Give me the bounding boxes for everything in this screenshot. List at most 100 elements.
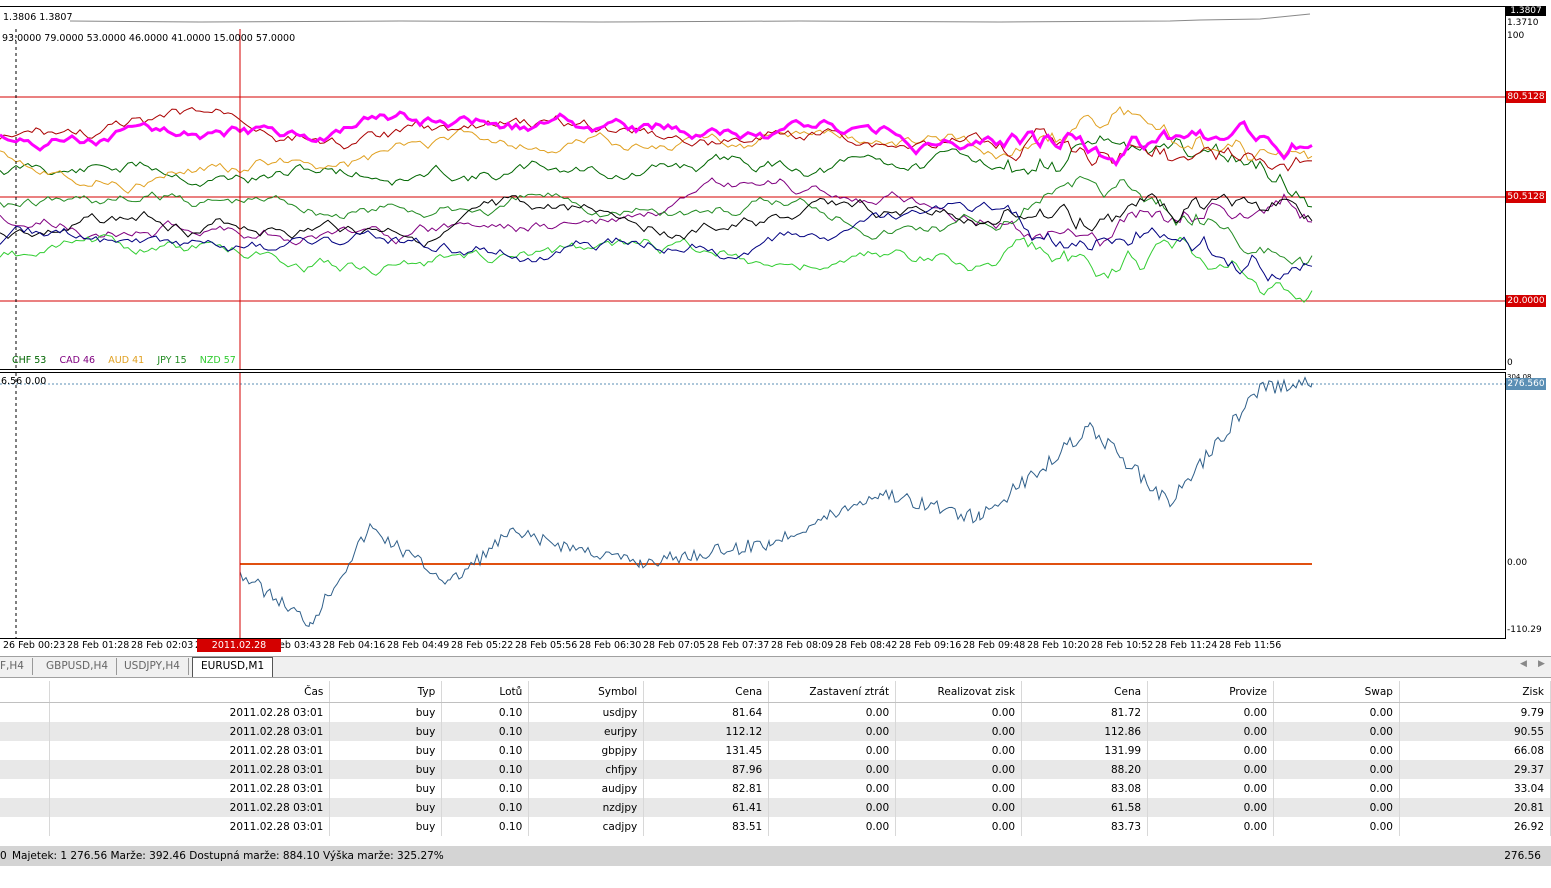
time-tick-label: 28 Feb 09:48 xyxy=(963,640,1026,651)
cell-price: 131.99 xyxy=(1021,741,1149,760)
level-tag-low: 20.0000 xyxy=(1506,295,1546,307)
tab-scroll-left-icon[interactable]: ◀ xyxy=(1520,659,1527,669)
cell-take-profit: 0.00 xyxy=(895,817,1023,836)
cell-type: buy xyxy=(329,722,443,741)
cell-lots: 0.10 xyxy=(441,702,530,722)
cell-lots: 0.10 xyxy=(441,779,530,798)
cell-profit: 90.55 xyxy=(1399,722,1551,741)
cell-lots: 0.10 xyxy=(441,798,530,817)
equity-pane[interactable]: 6.56 0.00 xyxy=(0,372,1506,639)
indicator-values-label: 93.0000 79.0000 53.0000 46.0000 41.0000 … xyxy=(2,33,296,44)
cell-symbol: gbpjpy xyxy=(528,741,645,760)
legend-chf: CHF 53 xyxy=(12,355,47,366)
cell-symbol: cadjpy xyxy=(528,817,645,836)
cell-time: 2011.02.28 03:01 xyxy=(49,722,331,741)
price-scale-low: 1.3710 xyxy=(1507,18,1539,28)
cell-take-profit: 0.00 xyxy=(895,779,1023,798)
tab-usdjpy-h4[interactable]: USDJPY,H4 xyxy=(116,658,189,675)
column-header-symbol[interactable]: Symbol xyxy=(528,681,645,703)
tab-gbpusd-h4[interactable]: GBPUSD,H4 xyxy=(38,658,118,675)
cell-stop-loss: 0.00 xyxy=(768,760,897,779)
tab-scroll-right-icon[interactable]: ▶ xyxy=(1538,659,1545,669)
cell-open-price: 61.41 xyxy=(643,798,770,817)
time-tick-label: 28 Feb 05:22 xyxy=(451,640,514,651)
cell-commission: 0.00 xyxy=(1147,779,1275,798)
cell-price: 81.72 xyxy=(1021,702,1149,722)
cell-time: 2011.02.28 03:01 xyxy=(49,741,331,760)
cell-take-profit: 0.00 xyxy=(895,722,1023,741)
equity-current-tag: 276.560 xyxy=(1506,378,1546,390)
table-row[interactable]: 2011.02.28 03:01 buy 0.10 audjpy 82.81 0.00 0.… xyxy=(0,779,1551,798)
cell-price: 112.86 xyxy=(1021,722,1149,741)
scale-100: 100 xyxy=(1507,31,1525,41)
cell-stop-loss: 0.00 xyxy=(768,722,897,741)
time-tick-label: 26 Feb 00:23 xyxy=(3,640,66,651)
table-row[interactable]: 2011.02.28 03:01 buy 0.10 eurjpy 112.12 0.00 0… xyxy=(0,722,1551,741)
column-header-commission[interactable]: Provize xyxy=(1147,681,1275,703)
chart-tabs: F,H4 GBPUSD,H4 USDJPY,H4 EURUSD,M1 ◀ ▶ xyxy=(0,656,1551,678)
table-row[interactable]: 2011.02.28 03:01 buy 0.10 chfjpy 87.96 0.00 0.… xyxy=(0,760,1551,779)
cell-swap: 0.00 xyxy=(1273,741,1400,760)
cell-stop-loss: 0.00 xyxy=(768,702,897,722)
cell-symbol: chfjpy xyxy=(528,760,645,779)
scale-0: 0 xyxy=(1507,358,1513,368)
cell-commission: 0.00 xyxy=(1147,760,1275,779)
column-header-time[interactable]: Čas xyxy=(49,681,331,703)
column-header-type[interactable]: Typ xyxy=(329,681,443,703)
cell-swap: 0.00 xyxy=(1273,798,1400,817)
legend-cad: CAD 46 xyxy=(59,355,96,366)
cell-take-profit: 0.00 xyxy=(895,760,1023,779)
cell-symbol: audjpy xyxy=(528,779,645,798)
column-header-take-profit[interactable]: Realizovat zisk xyxy=(895,681,1023,703)
trades-table: Čas Typ Lotů Symbol Cena Zastavení ztrát… xyxy=(0,681,1551,836)
cell-lots: 0.10 xyxy=(441,760,530,779)
cell-swap: 0.00 xyxy=(1273,779,1400,798)
price-label: 1.3806 1.3807 xyxy=(3,12,73,23)
cell-stop-loss: 0.00 xyxy=(768,817,897,836)
column-header-open-price[interactable]: Cena xyxy=(643,681,770,703)
cell-commission: 0.00 xyxy=(1147,702,1275,722)
cell-ticket xyxy=(0,702,51,722)
cell-lots: 0.10 xyxy=(441,817,530,836)
currency-legend: CHF 53 CAD 46 AUD 41 JPY 15 NZD 57 xyxy=(12,355,236,366)
cell-take-profit: 0.00 xyxy=(895,798,1023,817)
time-tick-label: 28 Feb 11:56 xyxy=(1219,640,1282,651)
table-row[interactable]: 2011.02.28 03:01 buy 0.10 cadjpy 83.51 0.00 0.… xyxy=(0,817,1551,836)
cell-profit: 9.79 xyxy=(1399,702,1551,722)
column-header-lots[interactable]: Lotů xyxy=(441,681,530,703)
cell-open-price: 81.64 xyxy=(643,702,770,722)
cell-stop-loss: 0.00 xyxy=(768,798,897,817)
cell-open-price: 131.45 xyxy=(643,741,770,760)
cell-swap: 0.00 xyxy=(1273,722,1400,741)
price-pane[interactable]: 1.3806 1.3807 xyxy=(0,6,1506,30)
time-tick-label: 28 Feb 07:37 xyxy=(707,640,770,651)
time-tick-label: 28 Feb 09:16 xyxy=(899,640,962,651)
equity-scale-zero: 0.00 xyxy=(1507,558,1528,568)
column-header-profit[interactable]: Zisk xyxy=(1399,681,1551,703)
table-row[interactable]: 2011.02.28 03:01 buy 0.10 usdjpy 81.64 0.00 0.… xyxy=(0,702,1551,722)
currency-line-9 xyxy=(0,110,1313,168)
column-header-swap[interactable]: Swap xyxy=(1273,681,1400,703)
cell-take-profit: 0.00 xyxy=(895,702,1023,722)
currency-strength-pane[interactable]: 93.0000 79.0000 53.0000 46.0000 41.0000 … xyxy=(0,29,1506,370)
time-tick-label: 28 Feb 04:16 xyxy=(323,640,386,651)
column-header-price[interactable]: Cena xyxy=(1021,681,1149,703)
table-row[interactable]: 2011.02.28 03:01 buy 0.10 gbpjpy 131.45 0.00 0… xyxy=(0,741,1551,760)
table-row[interactable]: 2011.02.28 03:01 buy 0.10 nzdjpy 61.41 0.00 0.… xyxy=(0,798,1551,817)
time-axis-highlight: 2011.02.28 03:01 xyxy=(197,639,281,664)
cell-commission: 0.00 xyxy=(1147,817,1275,836)
column-header-ticket[interactable] xyxy=(0,681,51,703)
currency-line-1 xyxy=(0,135,1313,208)
tab-eurusd-m1[interactable]: EURUSD,M1 xyxy=(192,657,274,677)
cell-time: 2011.02.28 03:01 xyxy=(49,760,331,779)
column-header-stop-loss[interactable]: Zastavení ztrát xyxy=(768,681,897,703)
tab-chart-1[interactable]: F,H4 xyxy=(0,658,33,675)
cell-open-price: 112.12 xyxy=(643,722,770,741)
cell-price: 83.08 xyxy=(1021,779,1149,798)
cell-type: buy xyxy=(329,817,443,836)
cell-price: 83.73 xyxy=(1021,817,1149,836)
cell-ticket xyxy=(0,817,51,836)
legend-jpy: JPY 15 xyxy=(157,355,187,366)
account-summary-text: Majetek: 1 276.56 Marže: 392.46 Dostupná… xyxy=(12,850,444,862)
time-tick-label: 28 Feb 05:56 xyxy=(515,640,578,651)
